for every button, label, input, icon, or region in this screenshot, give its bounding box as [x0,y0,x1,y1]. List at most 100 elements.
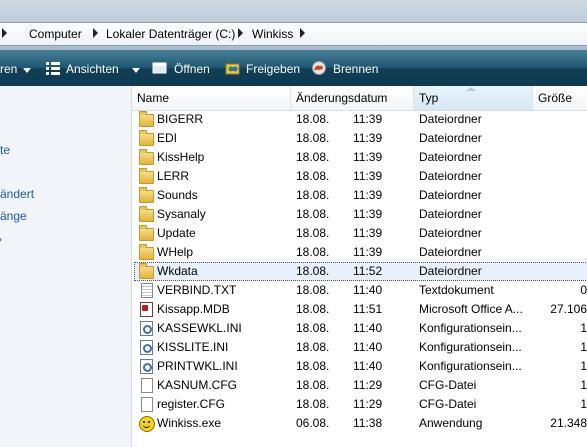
file-type: Konfigurationsein... [419,321,522,335]
column-header-row: Name Änderungsdatum Typ Größe [132,86,587,111]
file-type: Dateiordner [419,169,482,183]
breadcrumb-drive-c[interactable]: Lokaler Datenträger (C:) [106,27,235,41]
breadcrumb-chevron-icon[interactable] [238,28,243,38]
file-type: Konfigurationsein... [419,359,522,373]
file-name: KASNUM.CFG [157,378,238,392]
file-time: 11:39 [353,112,383,126]
smiley-app-icon-shape [139,416,155,432]
folder-icon [139,111,154,127]
organize-dropdown-icon[interactable] [23,68,31,73]
file-row[interactable]: Sysanaly 18.08. 11:39 Dateiordner [132,205,587,224]
file-row[interactable]: KISSLITE.INI 18.08. 11:40 Konfigurationsein… [132,338,587,357]
column-header-size[interactable]: Größe [533,86,587,110]
file-row[interactable]: KissHelp 18.08. 11:39 Dateiordner [132,148,587,167]
file-row[interactable]: LERR 18.08. 11:39 Dateiordner [132,167,587,186]
folder-icon-shape [139,187,154,203]
file-size: 1 [580,340,587,354]
file-date: 18.08. [296,340,330,354]
file-type: Dateiordner [419,112,482,126]
views-icon [45,61,61,75]
share-button[interactable]: Freigeben [246,62,300,76]
views-dropdown-icon[interactable] [132,68,140,73]
file-name: KISSLITE.INI [157,340,229,354]
file-row[interactable]: register.CFG 18.08. 11:29 CFG-Datei 1 [132,395,587,414]
file-row[interactable]: KASSEWKL.INI 18.08. 11:40 Konfigurationsein… [132,319,587,338]
file-type: CFG-Datei [419,378,477,392]
file-row[interactable]: BIGERR 18.08. 11:39 Dateiordner [132,110,587,129]
file-row[interactable]: Kissapp.MDB 18.08. 11:51 Microsoft Office A… [132,300,587,319]
file-row[interactable]: WHelp 18.08. 11:39 Dateiordner [132,243,587,262]
breadcrumb-chevron-icon[interactable] [2,28,7,38]
organize-button[interactable]: ren [0,62,17,76]
file-row[interactable]: Wkdata 18.08. 11:52 Dateiordner [132,262,587,281]
file-time: 11:29 [353,378,383,392]
config-file-icon [139,321,153,336]
file-size [536,129,587,148]
file-icon-shape [141,378,153,393]
file-type: Microsoft Office A... [419,302,523,316]
file-name: KASSEWKL.INI [157,321,242,335]
database-file-icon [139,302,153,317]
folder-icon [139,263,154,279]
file-date: 18.08. [296,169,330,183]
file-name: KissHelp [157,150,205,164]
nav-link-4[interactable]: › [0,232,2,246]
open-icon [152,61,168,75]
file-type: Anwendung [419,416,483,430]
file-date: 18.08. [296,378,330,392]
folder-icon [139,187,154,203]
file-type: Dateiordner [419,226,482,240]
folder-icon [139,130,154,146]
file-size: 21.348 [550,416,587,430]
file-name: EDI [157,131,178,145]
column-header-name[interactable]: Name [132,86,290,110]
file-row[interactable]: Update 18.08. 11:39 Dateiordner [132,224,587,243]
file-name: VERBIND.TXT [157,283,237,297]
file-date: 18.08. [296,131,330,145]
file-date: 18.08. [296,397,330,411]
file-time: 11:39 [353,131,383,145]
file-row[interactable]: EDI 18.08. 11:39 Dateiordner [132,129,587,148]
file-row[interactable]: PRINTWKL.INI 18.08. 11:40 Konfigurationsein… [132,357,587,376]
file-time: 11:51 [353,302,383,316]
file-date: 18.08. [296,321,330,335]
nav-link-2[interactable]: ändert [0,187,34,201]
breadcrumb-chevron-icon[interactable] [93,28,98,38]
breadcrumb-chevron-icon[interactable] [300,28,305,38]
views-button[interactable]: Ansichten [66,62,119,76]
file-date: 18.08. [296,302,330,316]
file-size: 1 [580,359,587,373]
folder-icon-shape [139,111,154,127]
file-type: Dateiordner [419,264,482,278]
file-date: 18.08. [296,112,330,126]
sort-ascending-icon [466,87,476,91]
breadcrumb-winkiss[interactable]: Winkiss [252,27,293,41]
column-header-modified[interactable]: Änderungsdatum [291,86,413,110]
file-time: 11:39 [353,207,383,221]
address-bar[interactable] [0,22,587,46]
file-size [536,148,587,167]
file-date: 18.08. [296,207,330,221]
navigation-pane [0,86,132,447]
nav-link-3[interactable]: änge [0,209,27,223]
file-time: 11:40 [353,340,383,354]
file-row[interactable]: Winkiss.exe 06.08. 11:38 Anwendung 21.348 [132,414,587,433]
file-time: 11:39 [353,245,383,259]
file-time: 11:40 [353,321,383,335]
file-icon-shape [141,397,153,412]
folder-icon-shape [139,263,154,279]
file-time: 11:39 [353,188,383,202]
file-name: Kissapp.MDB [157,302,230,316]
burn-button[interactable]: Brennen [333,62,378,76]
folder-icon [139,206,154,222]
nav-link-1[interactable]: te [0,143,10,157]
file-row[interactable]: Sounds 18.08. 11:39 Dateiordner [132,186,587,205]
breadcrumb-computer[interactable]: Computer [29,27,82,41]
file-row[interactable]: KASNUM.CFG 18.08. 11:29 CFG-Datei 1 [132,376,587,395]
file-icon [139,378,153,393]
open-button[interactable]: Öffnen [174,62,210,76]
file-name: Sounds [157,188,198,202]
file-row[interactable]: VERBIND.TXT 18.08. 11:40 Textdokument 0 [132,281,587,300]
file-time: 11:39 [353,226,383,240]
file-name: Update [157,226,196,240]
